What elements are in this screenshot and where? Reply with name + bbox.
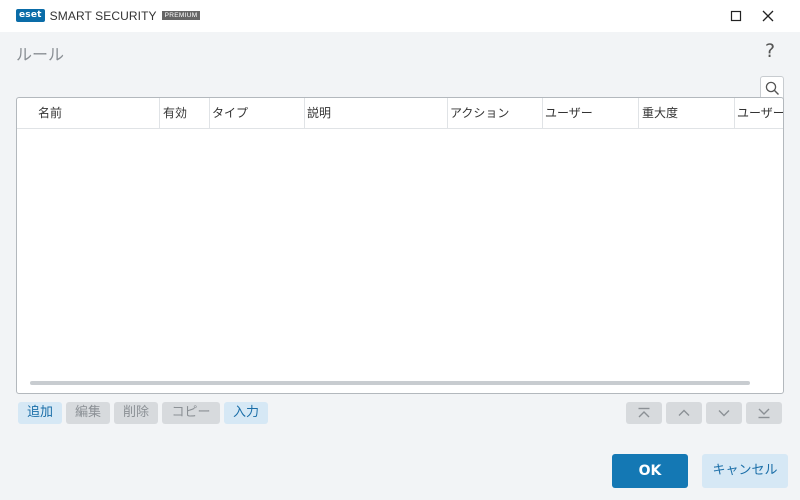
column-header-action[interactable]: アクション (448, 98, 543, 129)
cancel-button[interactable]: キャンセル (702, 454, 788, 488)
move-top-button[interactable] (626, 402, 662, 424)
help-button[interactable]: ? (760, 40, 780, 62)
title-bar: eset SMART SECURITY PREMIUM (0, 0, 800, 32)
edition-badge: PREMIUM (161, 11, 201, 20)
edit-button[interactable]: 編集 (66, 402, 110, 424)
chevron-up-icon (678, 409, 690, 416)
chevron-down-icon (718, 410, 730, 417)
move-up-button[interactable] (666, 402, 702, 424)
delete-button[interactable]: 削除 (114, 402, 158, 424)
table-header: 名前 有効 タイプ 説明 アクション ユーザー 重大度 ユーザー (17, 98, 783, 129)
import-button[interactable]: 入力 (224, 402, 268, 424)
column-header-enabled[interactable]: 有効 (160, 98, 210, 129)
column-header-description[interactable]: 説明 (305, 98, 448, 129)
move-down-button[interactable] (706, 402, 742, 424)
column-header-user-2[interactable]: ユーザー (735, 98, 783, 129)
column-header-type[interactable]: タイプ (210, 98, 305, 129)
move-top-icon (638, 407, 650, 418)
add-button[interactable]: 追加 (18, 402, 62, 424)
page-title: ルール (16, 45, 65, 64)
maximize-icon (730, 10, 742, 22)
move-bottom-button[interactable] (746, 402, 782, 424)
ok-button[interactable]: OK (612, 454, 688, 488)
copy-button[interactable]: コピー (162, 402, 220, 424)
product-name: SMART SECURITY (49, 8, 157, 23)
move-bottom-icon (758, 408, 770, 419)
column-header-name[interactable]: 名前 (17, 98, 160, 129)
column-header-severity[interactable]: 重大度 (639, 98, 735, 129)
rules-table: 名前 有効 タイプ 説明 アクション ユーザー 重大度 ユーザー (16, 97, 784, 394)
app-logo: eset SMART SECURITY PREMIUM (16, 8, 201, 23)
eset-logo-badge: eset (16, 9, 45, 22)
horizontal-scrollbar[interactable] (30, 381, 750, 385)
maximize-button[interactable] (720, 0, 752, 32)
close-icon (762, 10, 774, 22)
search-icon (765, 81, 779, 95)
close-button[interactable] (752, 0, 784, 32)
column-header-user[interactable]: ユーザー (543, 98, 639, 129)
